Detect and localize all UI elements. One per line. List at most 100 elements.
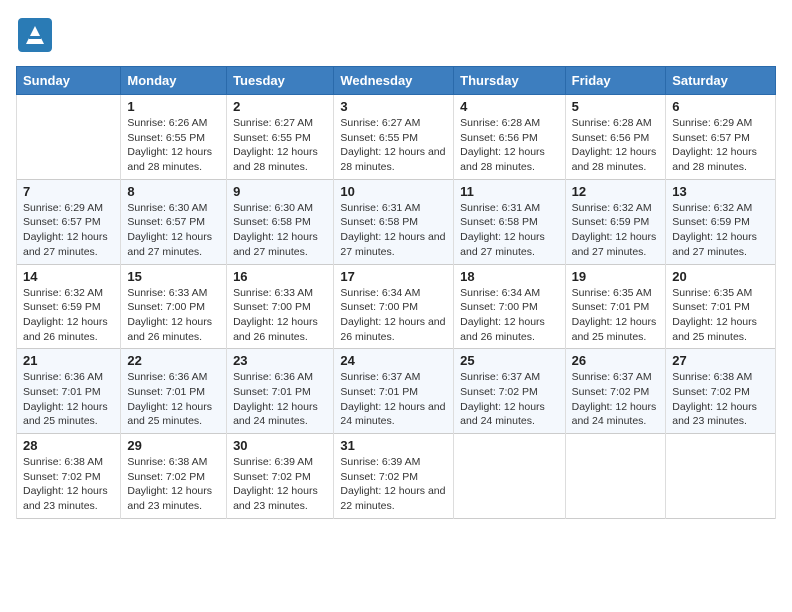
day-info: Sunrise: 6:37 AM Sunset: 7:02 PM Dayligh… — [460, 370, 558, 429]
day-info: Sunrise: 6:39 AM Sunset: 7:02 PM Dayligh… — [340, 455, 447, 514]
calendar-cell — [454, 434, 565, 519]
day-info: Sunrise: 6:38 AM Sunset: 7:02 PM Dayligh… — [127, 455, 220, 514]
day-info: Sunrise: 6:34 AM Sunset: 7:00 PM Dayligh… — [340, 286, 447, 345]
day-info: Sunrise: 6:31 AM Sunset: 6:58 PM Dayligh… — [340, 201, 447, 260]
day-number: 5 — [572, 99, 660, 114]
day-info: Sunrise: 6:38 AM Sunset: 7:02 PM Dayligh… — [23, 455, 114, 514]
day-info: Sunrise: 6:30 AM Sunset: 6:57 PM Dayligh… — [127, 201, 220, 260]
logo-icon — [16, 16, 54, 54]
day-number: 23 — [233, 353, 327, 368]
calendar-cell: 31 Sunrise: 6:39 AM Sunset: 7:02 PM Dayli… — [334, 434, 454, 519]
calendar-cell: 3 Sunrise: 6:27 AM Sunset: 6:55 PM Daylig… — [334, 95, 454, 180]
day-info: Sunrise: 6:33 AM Sunset: 7:00 PM Dayligh… — [233, 286, 327, 345]
day-number: 13 — [672, 184, 769, 199]
header-saturday: Saturday — [666, 67, 776, 95]
day-number: 28 — [23, 438, 114, 453]
calendar-cell: 21 Sunrise: 6:36 AM Sunset: 7:01 PM Dayli… — [17, 349, 121, 434]
day-number: 24 — [340, 353, 447, 368]
calendar-cell: 8 Sunrise: 6:30 AM Sunset: 6:57 PM Daylig… — [121, 179, 227, 264]
calendar-cell: 11 Sunrise: 6:31 AM Sunset: 6:58 PM Dayli… — [454, 179, 565, 264]
day-number: 17 — [340, 269, 447, 284]
header-wednesday: Wednesday — [334, 67, 454, 95]
calendar-cell: 15 Sunrise: 6:33 AM Sunset: 7:00 PM Dayli… — [121, 264, 227, 349]
day-number: 8 — [127, 184, 220, 199]
day-info: Sunrise: 6:35 AM Sunset: 7:01 PM Dayligh… — [572, 286, 660, 345]
day-number: 3 — [340, 99, 447, 114]
header-monday: Monday — [121, 67, 227, 95]
day-number: 21 — [23, 353, 114, 368]
day-number: 30 — [233, 438, 327, 453]
day-info: Sunrise: 6:36 AM Sunset: 7:01 PM Dayligh… — [233, 370, 327, 429]
day-info: Sunrise: 6:35 AM Sunset: 7:01 PM Dayligh… — [672, 286, 769, 345]
day-info: Sunrise: 6:27 AM Sunset: 6:55 PM Dayligh… — [233, 116, 327, 175]
day-number: 29 — [127, 438, 220, 453]
day-number: 9 — [233, 184, 327, 199]
day-number: 2 — [233, 99, 327, 114]
day-number: 11 — [460, 184, 558, 199]
day-number: 1 — [127, 99, 220, 114]
week-row-2: 7 Sunrise: 6:29 AM Sunset: 6:57 PM Daylig… — [17, 179, 776, 264]
day-info: Sunrise: 6:26 AM Sunset: 6:55 PM Dayligh… — [127, 116, 220, 175]
day-info: Sunrise: 6:34 AM Sunset: 7:00 PM Dayligh… — [460, 286, 558, 345]
calendar-cell: 17 Sunrise: 6:34 AM Sunset: 7:00 PM Dayli… — [334, 264, 454, 349]
day-number: 6 — [672, 99, 769, 114]
calendar-cell: 13Sunrise: 6:32 AM Sunset: 6:59 PM Dayli… — [666, 179, 776, 264]
header-row: SundayMondayTuesdayWednesdayThursdayFrid… — [17, 67, 776, 95]
calendar-cell: 24Sunrise: 6:37 AM Sunset: 7:01 PM Dayli… — [334, 349, 454, 434]
calendar-cell: 9 Sunrise: 6:30 AM Sunset: 6:58 PM Daylig… — [227, 179, 334, 264]
day-number: 12 — [572, 184, 660, 199]
calendar-cell — [666, 434, 776, 519]
calendar-cell: 16 Sunrise: 6:33 AM Sunset: 7:00 PM Dayli… — [227, 264, 334, 349]
calendar-header: SundayMondayTuesdayWednesdayThursdayFrid… — [17, 67, 776, 95]
calendar-cell: 10Sunrise: 6:31 AM Sunset: 6:58 PM Dayli… — [334, 179, 454, 264]
week-row-4: 21 Sunrise: 6:36 AM Sunset: 7:01 PM Dayli… — [17, 349, 776, 434]
calendar-cell: 7 Sunrise: 6:29 AM Sunset: 6:57 PM Daylig… — [17, 179, 121, 264]
header-tuesday: Tuesday — [227, 67, 334, 95]
header-thursday: Thursday — [454, 67, 565, 95]
day-number: 31 — [340, 438, 447, 453]
header-sunday: Sunday — [17, 67, 121, 95]
day-info: Sunrise: 6:28 AM Sunset: 6:56 PM Dayligh… — [460, 116, 558, 175]
day-info: Sunrise: 6:27 AM Sunset: 6:55 PM Dayligh… — [340, 116, 447, 175]
day-info: Sunrise: 6:36 AM Sunset: 7:01 PM Dayligh… — [127, 370, 220, 429]
day-number: 4 — [460, 99, 558, 114]
day-info: Sunrise: 6:28 AM Sunset: 6:56 PM Dayligh… — [572, 116, 660, 175]
day-number: 25 — [460, 353, 558, 368]
week-row-1: 1 Sunrise: 6:26 AM Sunset: 6:55 PM Daylig… — [17, 95, 776, 180]
day-info: Sunrise: 6:30 AM Sunset: 6:58 PM Dayligh… — [233, 201, 327, 260]
calendar-table: SundayMondayTuesdayWednesdayThursdayFrid… — [16, 66, 776, 519]
calendar-cell: 25 Sunrise: 6:37 AM Sunset: 7:02 PM Dayli… — [454, 349, 565, 434]
day-number: 7 — [23, 184, 114, 199]
calendar-cell: 28 Sunrise: 6:38 AM Sunset: 7:02 PM Dayli… — [17, 434, 121, 519]
day-info: Sunrise: 6:39 AM Sunset: 7:02 PM Dayligh… — [233, 455, 327, 514]
calendar-cell: 14Sunrise: 6:32 AM Sunset: 6:59 PM Dayli… — [17, 264, 121, 349]
week-row-5: 28 Sunrise: 6:38 AM Sunset: 7:02 PM Dayli… — [17, 434, 776, 519]
calendar-cell: 18 Sunrise: 6:34 AM Sunset: 7:00 PM Dayli… — [454, 264, 565, 349]
calendar-cell: 2 Sunrise: 6:27 AM Sunset: 6:55 PM Daylig… — [227, 95, 334, 180]
day-info: Sunrise: 6:29 AM Sunset: 6:57 PM Dayligh… — [672, 116, 769, 175]
day-info: Sunrise: 6:33 AM Sunset: 7:00 PM Dayligh… — [127, 286, 220, 345]
day-info: Sunrise: 6:38 AM Sunset: 7:02 PM Dayligh… — [672, 370, 769, 429]
calendar-cell: 30 Sunrise: 6:39 AM Sunset: 7:02 PM Dayli… — [227, 434, 334, 519]
week-row-3: 14Sunrise: 6:32 AM Sunset: 6:59 PM Dayli… — [17, 264, 776, 349]
calendar-cell: 12Sunrise: 6:32 AM Sunset: 6:59 PM Dayli… — [565, 179, 666, 264]
calendar-cell: 5 Sunrise: 6:28 AM Sunset: 6:56 PM Daylig… — [565, 95, 666, 180]
day-info: Sunrise: 6:36 AM Sunset: 7:01 PM Dayligh… — [23, 370, 114, 429]
calendar-cell: 26Sunrise: 6:37 AM Sunset: 7:02 PM Dayli… — [565, 349, 666, 434]
calendar-cell: 22 Sunrise: 6:36 AM Sunset: 7:01 PM Dayli… — [121, 349, 227, 434]
day-number: 19 — [572, 269, 660, 284]
day-number: 22 — [127, 353, 220, 368]
day-info: Sunrise: 6:29 AM Sunset: 6:57 PM Dayligh… — [23, 201, 114, 260]
day-number: 16 — [233, 269, 327, 284]
calendar-cell — [565, 434, 666, 519]
calendar-cell: 6 Sunrise: 6:29 AM Sunset: 6:57 PM Daylig… — [666, 95, 776, 180]
day-number: 18 — [460, 269, 558, 284]
calendar-cell: 29 Sunrise: 6:38 AM Sunset: 7:02 PM Dayli… — [121, 434, 227, 519]
day-number: 26 — [572, 353, 660, 368]
calendar-cell: 23 Sunrise: 6:36 AM Sunset: 7:01 PM Dayli… — [227, 349, 334, 434]
day-info: Sunrise: 6:31 AM Sunset: 6:58 PM Dayligh… — [460, 201, 558, 260]
day-number: 15 — [127, 269, 220, 284]
calendar-cell: 20Sunrise: 6:35 AM Sunset: 7:01 PM Dayli… — [666, 264, 776, 349]
calendar-cell: 19 Sunrise: 6:35 AM Sunset: 7:01 PM Dayli… — [565, 264, 666, 349]
calendar-cell — [17, 95, 121, 180]
